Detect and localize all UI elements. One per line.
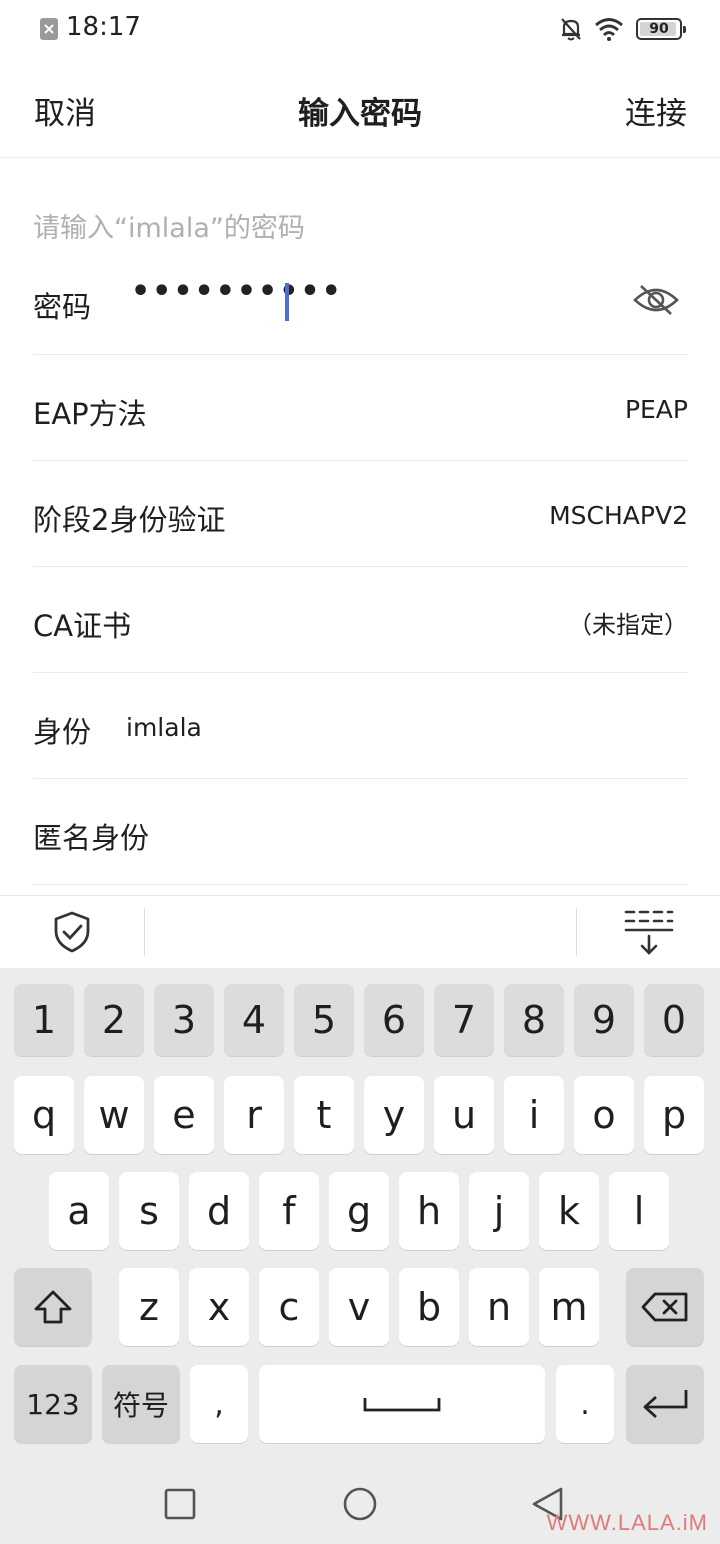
key-s[interactable]: s bbox=[119, 1172, 179, 1250]
key-x[interactable]: x bbox=[189, 1268, 249, 1346]
identity-row: 身份 imlala bbox=[33, 673, 688, 779]
status-icons: 90 bbox=[560, 14, 686, 44]
password-row: 密码 •••••••••• bbox=[33, 250, 688, 355]
key-r[interactable]: r bbox=[224, 1076, 284, 1154]
key-u[interactable]: u bbox=[434, 1076, 494, 1154]
key-k[interactable]: k bbox=[539, 1172, 599, 1250]
toolbar-divider bbox=[144, 908, 145, 956]
page-title: 输入密码 bbox=[298, 96, 422, 132]
password-prompt: 请输入“imlala”的密码 bbox=[33, 213, 305, 244]
toolbar-divider bbox=[576, 908, 577, 956]
key-7[interactable]: 7 bbox=[434, 984, 494, 1056]
space-key[interactable] bbox=[259, 1365, 545, 1443]
key-h[interactable]: h bbox=[399, 1172, 459, 1250]
battery-level: 90 bbox=[649, 21, 669, 37]
connect-button[interactable]: 连接 bbox=[625, 88, 687, 133]
notification-icon bbox=[40, 18, 58, 40]
status-bar: 18:17 90 bbox=[0, 0, 720, 58]
backspace-key[interactable] bbox=[626, 1268, 704, 1346]
header: 取消 输入密码 连接 bbox=[0, 58, 720, 158]
identity-label: 身份 bbox=[33, 715, 92, 749]
key-c[interactable]: c bbox=[259, 1268, 319, 1346]
shift-arrow-icon bbox=[34, 1290, 72, 1324]
system-nav-bar: WWW.LALA.iM bbox=[0, 1462, 720, 1544]
key-8[interactable]: 8 bbox=[504, 984, 564, 1056]
mute-bell-icon bbox=[561, 18, 581, 41]
status-time: 18:17 bbox=[66, 12, 141, 42]
key-4[interactable]: 4 bbox=[224, 984, 284, 1056]
key-0[interactable]: 0 bbox=[644, 984, 704, 1056]
key-v[interactable]: v bbox=[329, 1268, 389, 1346]
phase2-auth-row[interactable]: 阶段2身份验证 MSCHAPV2 bbox=[33, 461, 688, 567]
key-f[interactable]: f bbox=[259, 1172, 319, 1250]
backspace-icon bbox=[641, 1292, 688, 1322]
space-bar-icon bbox=[363, 1398, 441, 1412]
key-l[interactable]: l bbox=[609, 1172, 669, 1250]
numeric-mode-key[interactable]: 123 bbox=[14, 1365, 92, 1443]
anonymous-identity-label: 匿名身份 bbox=[33, 821, 150, 855]
soft-keyboard: 1 2 3 4 5 6 7 8 9 0 q w e r t y u i o p … bbox=[0, 968, 720, 1544]
key-m[interactable]: m bbox=[539, 1268, 599, 1346]
key-o[interactable]: o bbox=[574, 1076, 634, 1154]
enter-arrow-icon bbox=[643, 1390, 688, 1419]
wifi-icon bbox=[595, 18, 623, 41]
keyboard-hide-icon[interactable] bbox=[624, 908, 674, 956]
password-label: 密码 bbox=[33, 290, 92, 324]
key-z[interactable]: z bbox=[119, 1268, 179, 1346]
shift-key[interactable] bbox=[14, 1268, 92, 1346]
key-j[interactable]: j bbox=[469, 1172, 529, 1250]
key-q[interactable]: q bbox=[14, 1076, 74, 1154]
watermark: WWW.LALA.iM bbox=[546, 1510, 708, 1535]
key-9[interactable]: 9 bbox=[574, 984, 634, 1056]
key-w[interactable]: w bbox=[84, 1076, 144, 1154]
symbols-key[interactable]: 符号 bbox=[102, 1365, 180, 1443]
key-5[interactable]: 5 bbox=[294, 984, 354, 1056]
key-6[interactable]: 6 bbox=[364, 984, 424, 1056]
eap-method-label: EAP方法 bbox=[33, 397, 147, 431]
shield-check-icon[interactable] bbox=[52, 910, 92, 954]
key-b[interactable]: b bbox=[399, 1268, 459, 1346]
key-a[interactable]: a bbox=[49, 1172, 109, 1250]
key-e[interactable]: e bbox=[154, 1076, 214, 1154]
ca-cert-label: CA证书 bbox=[33, 609, 132, 643]
ca-cert-value: （未指定） bbox=[568, 611, 688, 639]
battery-icon: 90 bbox=[636, 18, 686, 40]
hide-password-eye-icon[interactable] bbox=[632, 282, 680, 318]
key-p[interactable]: p bbox=[644, 1076, 704, 1154]
key-i[interactable]: i bbox=[504, 1076, 564, 1154]
eap-method-row[interactable]: EAP方法 PEAP bbox=[33, 355, 688, 461]
home-circle-icon[interactable] bbox=[340, 1484, 380, 1524]
anonymous-identity-row[interactable]: 匿名身份 bbox=[33, 779, 688, 885]
key-t[interactable]: t bbox=[294, 1076, 354, 1154]
enter-key[interactable] bbox=[626, 1365, 704, 1443]
key-1[interactable]: 1 bbox=[14, 984, 74, 1056]
phase2-auth-value: MSCHAPV2 bbox=[549, 501, 688, 530]
period-key[interactable]: . bbox=[556, 1365, 614, 1443]
ca-cert-row[interactable]: CA证书 （未指定） bbox=[33, 567, 688, 673]
key-3[interactable]: 3 bbox=[154, 984, 214, 1056]
key-g[interactable]: g bbox=[329, 1172, 389, 1250]
key-y[interactable]: y bbox=[364, 1076, 424, 1154]
key-n[interactable]: n bbox=[469, 1268, 529, 1346]
key-d[interactable]: d bbox=[189, 1172, 249, 1250]
keyboard-toolbar bbox=[0, 895, 720, 968]
comma-key[interactable]: , bbox=[190, 1365, 248, 1443]
phase2-auth-label: 阶段2身份验证 bbox=[33, 503, 226, 537]
eap-method-value: PEAP bbox=[624, 395, 688, 424]
text-caret bbox=[285, 283, 289, 321]
recents-square-icon[interactable] bbox=[160, 1484, 200, 1524]
password-input[interactable]: •••••••••• bbox=[131, 274, 343, 309]
identity-field[interactable]: imlala bbox=[126, 713, 202, 742]
key-2[interactable]: 2 bbox=[84, 984, 144, 1056]
